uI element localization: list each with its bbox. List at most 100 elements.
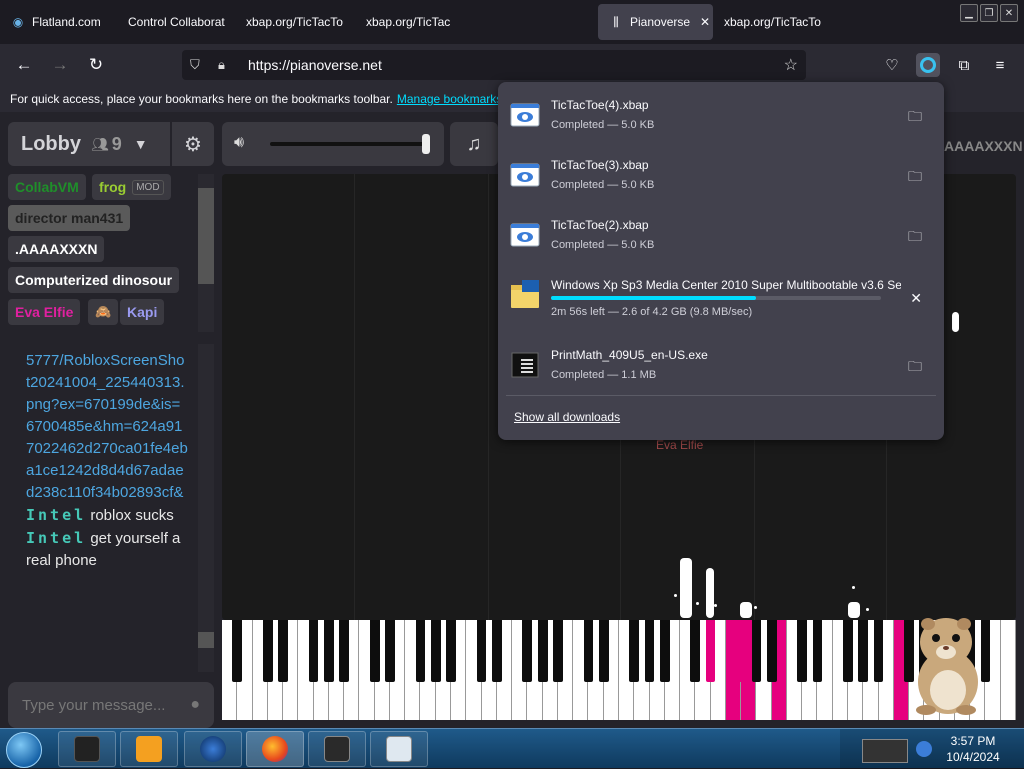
user-item[interactable]: CollabVM [8,174,86,200]
userlist-scrollbar[interactable] [198,174,214,332]
reload-icon[interactable]: ↻ [84,53,108,77]
folder-icon[interactable]: 🗀 [908,106,922,130]
black-key[interactable] [491,620,502,682]
black-key[interactable] [476,620,487,682]
taskbar-app[interactable] [308,731,366,767]
white-key[interactable] [1000,620,1016,720]
speaker-icon[interactable]: 🔊︎ [234,134,244,152]
black-key[interactable] [278,620,288,682]
volume-tray-icon[interactable] [916,741,932,757]
tab-control-collaborate[interactable]: Control Collaborat [118,4,234,40]
folder-icon[interactable]: 🗀 [908,166,922,190]
chat-scrollbar[interactable] [198,344,214,672]
tab-flatland[interactable]: ◉ Flatland.com [0,4,116,40]
user-item[interactable]: Eva Elfie [8,299,81,325]
minimize-icon[interactable]: ▁ [960,4,978,22]
user-item[interactable]: director man431 [8,205,131,231]
tab-xbap-1[interactable]: xbap.org/TicTacTo [236,4,352,40]
folder-icon[interactable]: 🗀 [908,226,922,250]
black-key[interactable] [339,620,350,682]
user-item[interactable]: .AAAAXXXN [8,236,105,262]
black-key[interactable] [537,620,548,682]
black-key[interactable] [446,620,456,682]
black-key[interactable] [736,620,747,682]
black-key[interactable] [415,620,426,682]
shield-icon[interactable]: ⛉ [190,57,210,73]
room-selector[interactable]: Lobby 👥︎ 9 ▼ ⚙ [8,122,214,166]
clock[interactable]: 3:57 PM 10/4/2024 [946,733,1000,765]
black-key[interactable] [843,620,853,682]
black-key[interactable] [858,620,869,682]
black-key[interactable] [629,620,640,682]
user-item[interactable]: Computerized dinosour [8,267,180,293]
chevron-down-icon[interactable]: ▼ [134,136,148,152]
black-key[interactable] [690,620,701,682]
black-key[interactable] [598,620,609,682]
black-key[interactable] [705,620,716,682]
black-key[interactable] [262,620,273,682]
downloads-button[interactable] [916,53,940,77]
start-button[interactable] [6,732,42,768]
back-arrow-icon[interactable]: ← [12,53,36,77]
chat-link[interactable]: 5777/RobloxScreenShot20241004_225440313.… [26,350,188,504]
forward-arrow-icon[interactable]: → [48,53,72,77]
user-item[interactable]: 🙈 [88,299,119,325]
volume-slider-track[interactable] [270,142,430,146]
network-icon[interactable] [862,739,908,763]
black-key[interactable] [797,620,808,682]
black-key[interactable] [812,620,823,682]
star-icon[interactable]: ☆ [784,55,798,75]
tab-xbap-3[interactable]: xbap.org/TicTacTo [714,4,830,40]
taskbar-app-firefox[interactable] [246,731,304,767]
show-all-downloads-link[interactable]: Show all downloads [514,410,620,424]
black-key[interactable] [369,620,380,682]
taskbar-app[interactable] [370,731,428,767]
download-item[interactable]: PrintMath_409U5_en-US.exe Completed — 1.… [504,336,938,394]
gear-icon[interactable]: ⚙ [170,122,214,166]
manage-bookmarks-link[interactable]: Manage bookmarks. [397,92,506,106]
folder-icon[interactable]: 🗀 [908,356,922,380]
download-item[interactable]: TicTacToe(4).xbap Completed — 5.0 KB 🗀 [504,86,938,144]
chat-nick[interactable]: Intel [26,529,86,547]
pocket-icon[interactable]: ♡ [880,53,904,77]
lock-icon[interactable]: 🔒︎ [218,57,238,73]
taskbar-app[interactable] [58,731,116,767]
black-key[interactable] [583,620,594,682]
scrollbar-thumb[interactable] [198,632,214,648]
download-item[interactable]: TicTacToe(3).xbap Completed — 5.0 KB 🗀 [504,146,938,204]
volume-slider-thumb[interactable] [422,134,430,154]
scrollbar-thumb[interactable] [198,188,214,284]
close-icon[interactable]: ✕ [700,15,710,29]
url-bar[interactable]: ⛉ 🔒︎ https://pianoverse.net ☆ [182,50,806,80]
black-key[interactable] [766,620,777,682]
cancel-icon[interactable]: ✕ [910,290,922,307]
black-key[interactable] [553,620,563,682]
user-item[interactable]: Kapi [120,299,165,325]
black-key[interactable] [323,620,334,682]
close-window-icon[interactable]: ✕ [1000,4,1018,22]
black-key[interactable] [232,620,243,682]
black-key[interactable] [522,620,533,682]
chat-nick[interactable]: Intel [26,506,86,524]
taskbar-app[interactable] [120,731,178,767]
piano-keyboard[interactable] [222,620,1016,720]
extensions-icon[interactable]: ⧉ [952,53,976,77]
send-icon[interactable]: ● [190,696,200,714]
maximize-icon[interactable]: ❐ [980,4,998,22]
download-item[interactable]: TicTacToe(2).xbap Completed — 5.0 KB 🗀 [504,206,938,264]
tab-pianoverse[interactable]: ⫼ Pianoverse ✕ [598,4,713,40]
download-item[interactable]: Windows Xp Sp3 Media Center 2010 Super M… [504,266,938,330]
black-key[interactable] [308,620,319,682]
black-key[interactable] [751,620,762,682]
black-key[interactable] [659,620,670,682]
black-key[interactable] [430,620,441,682]
black-key[interactable] [385,620,395,682]
tab-xbap-2[interactable]: xbap.org/TicTac [356,4,472,40]
user-item[interactable]: frog MOD [92,174,171,200]
url-text[interactable]: https://pianoverse.net [248,57,382,73]
chat-input[interactable]: Type your message... ● [8,682,214,728]
menu-icon[interactable]: ≡ [988,53,1012,77]
black-key[interactable] [644,620,655,682]
black-key[interactable] [873,620,884,682]
taskbar-app[interactable] [184,731,242,767]
